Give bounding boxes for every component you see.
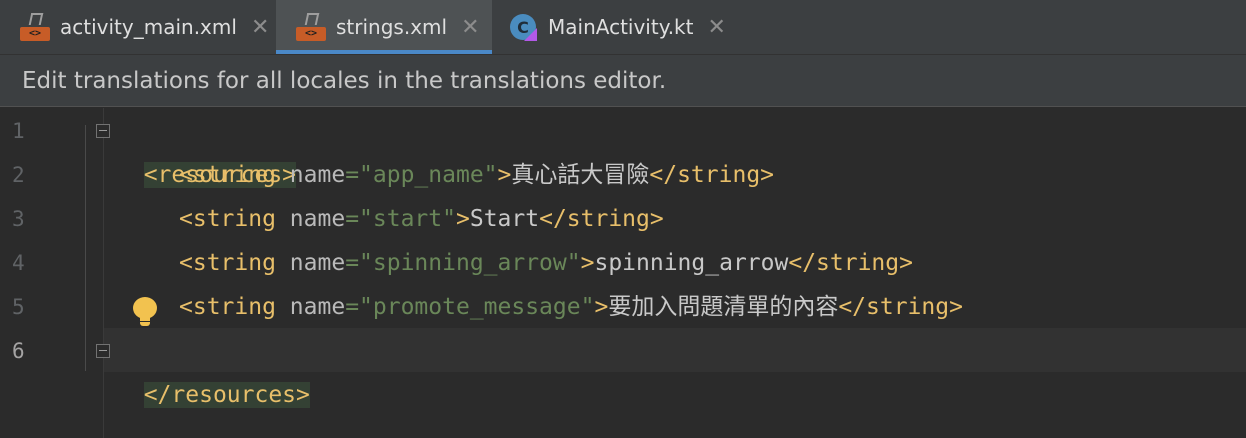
code-line[interactable]: </resources> xyxy=(116,329,310,408)
line-number: 4 xyxy=(12,251,25,275)
kotlin-file-icon: C xyxy=(508,12,538,42)
attribute-value: "start" xyxy=(359,206,456,232)
xml-attribute: name xyxy=(289,162,346,188)
tab-label: activity_main.xml xyxy=(60,15,237,39)
lightbulb-icon[interactable] xyxy=(132,297,158,327)
xml-tag: > xyxy=(455,206,470,232)
xml-tag: </resources> xyxy=(143,382,310,408)
xml-file-icon: <> xyxy=(296,12,326,42)
attribute-value: "spinning_arrow" xyxy=(359,250,581,276)
line-number: 1 xyxy=(12,119,25,143)
xml-tag: </string> xyxy=(539,206,664,232)
close-icon[interactable]: ✕ xyxy=(707,15,725,40)
string-value: 真心話大冒險 xyxy=(511,162,650,188)
tab-label: strings.xml xyxy=(336,15,448,39)
editor-tab-bar: <> activity_main.xml ✕ <> strings.xml ✕ … xyxy=(0,0,1246,55)
tab-label: MainActivity.kt xyxy=(548,15,694,39)
translations-editor-banner[interactable]: Edit translations for all locales in the… xyxy=(0,55,1246,107)
xml-tag: > xyxy=(580,250,595,276)
equals-sign: = xyxy=(345,250,360,276)
string-value: 要加入問題清單的內容 xyxy=(608,294,839,320)
indent-guide xyxy=(85,125,86,371)
string-value: Start xyxy=(469,206,540,232)
gutter-divider xyxy=(103,108,104,438)
equals-sign: = xyxy=(345,206,360,232)
fold-collapse-icon[interactable] xyxy=(96,344,110,358)
xml-tag: </string> xyxy=(649,162,775,188)
line-number: 2 xyxy=(12,163,25,187)
tab-main-activity-kt[interactable]: C MainActivity.kt ✕ xyxy=(488,0,748,54)
xml-tag: <string xyxy=(179,206,276,232)
code-line[interactable]: <string name="spinning_arrow">spinning_a… xyxy=(179,241,913,285)
code-line[interactable]: <string name="app_name">真心話大冒險</string> xyxy=(179,153,774,197)
close-icon[interactable]: ✕ xyxy=(251,15,269,40)
equals-sign: = xyxy=(345,162,360,188)
line-number: 3 xyxy=(12,207,25,231)
attribute-value: "app_name" xyxy=(359,162,498,188)
line-number: 6 xyxy=(12,339,25,363)
xml-tag: </string> xyxy=(838,294,963,320)
xml-attribute: name xyxy=(289,250,346,276)
xml-tag: <string xyxy=(179,250,276,276)
xml-tag: <string xyxy=(179,294,276,320)
line-number: 5 xyxy=(12,295,25,319)
xml-tag: > xyxy=(594,294,609,320)
xml-tag: </string> xyxy=(788,250,913,276)
banner-text: Edit translations for all locales in the… xyxy=(22,68,667,94)
tab-activity-main-xml[interactable]: <> activity_main.xml ✕ xyxy=(0,0,276,54)
code-line[interactable]: <resources> xyxy=(116,109,297,188)
xml-file-icon: <> xyxy=(20,12,50,42)
fold-collapse-icon[interactable] xyxy=(96,124,110,138)
tab-strings-xml[interactable]: <> strings.xml ✕ xyxy=(276,0,492,54)
xml-tag: <string xyxy=(179,162,276,188)
xml-tag: > xyxy=(497,162,512,188)
xml-attribute: name xyxy=(289,294,346,320)
close-icon[interactable]: ✕ xyxy=(461,15,479,40)
code-line[interactable]: <string name="start">Start</string> xyxy=(179,197,664,241)
equals-sign: = xyxy=(345,294,360,320)
string-value: spinning_arrow xyxy=(594,250,789,276)
code-line[interactable]: <string name="promote_message">要加入問題清單的內… xyxy=(179,285,963,329)
xml-attribute: name xyxy=(289,206,346,232)
attribute-value: "promote_message" xyxy=(359,294,595,320)
